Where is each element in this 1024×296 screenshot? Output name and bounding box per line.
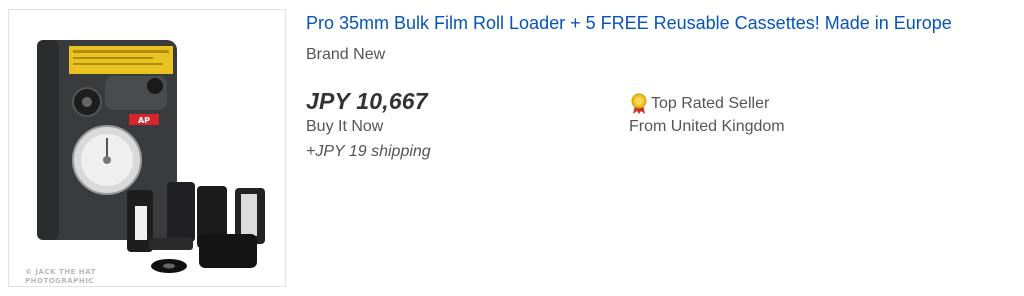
item-location: From United Kingdom (629, 118, 785, 135)
top-rated-seller-ribbon-icon (629, 93, 649, 115)
ap-label: AP (138, 116, 150, 125)
listing-title-link[interactable]: Pro 35mm Bulk Film Roll Loader + 5 FREE … (306, 13, 952, 34)
item-price: JPY 10,667 (306, 88, 428, 114)
listing-format: Buy It Now (306, 118, 384, 135)
film-loader-photo: AP (37, 40, 265, 273)
top-rated-seller-label: Top Rated Seller (651, 95, 770, 112)
item-condition: Brand New (306, 46, 386, 63)
product-image[interactable]: AP © JACK THE HAT PHOTOGRAPHIC (8, 9, 286, 287)
top-rated-seller: Top Rated Seller (629, 93, 769, 115)
image-watermark: © JACK THE HAT PHOTOGRAPHIC (25, 268, 96, 285)
shipping-cost: +JPY 19 shipping (306, 143, 431, 160)
